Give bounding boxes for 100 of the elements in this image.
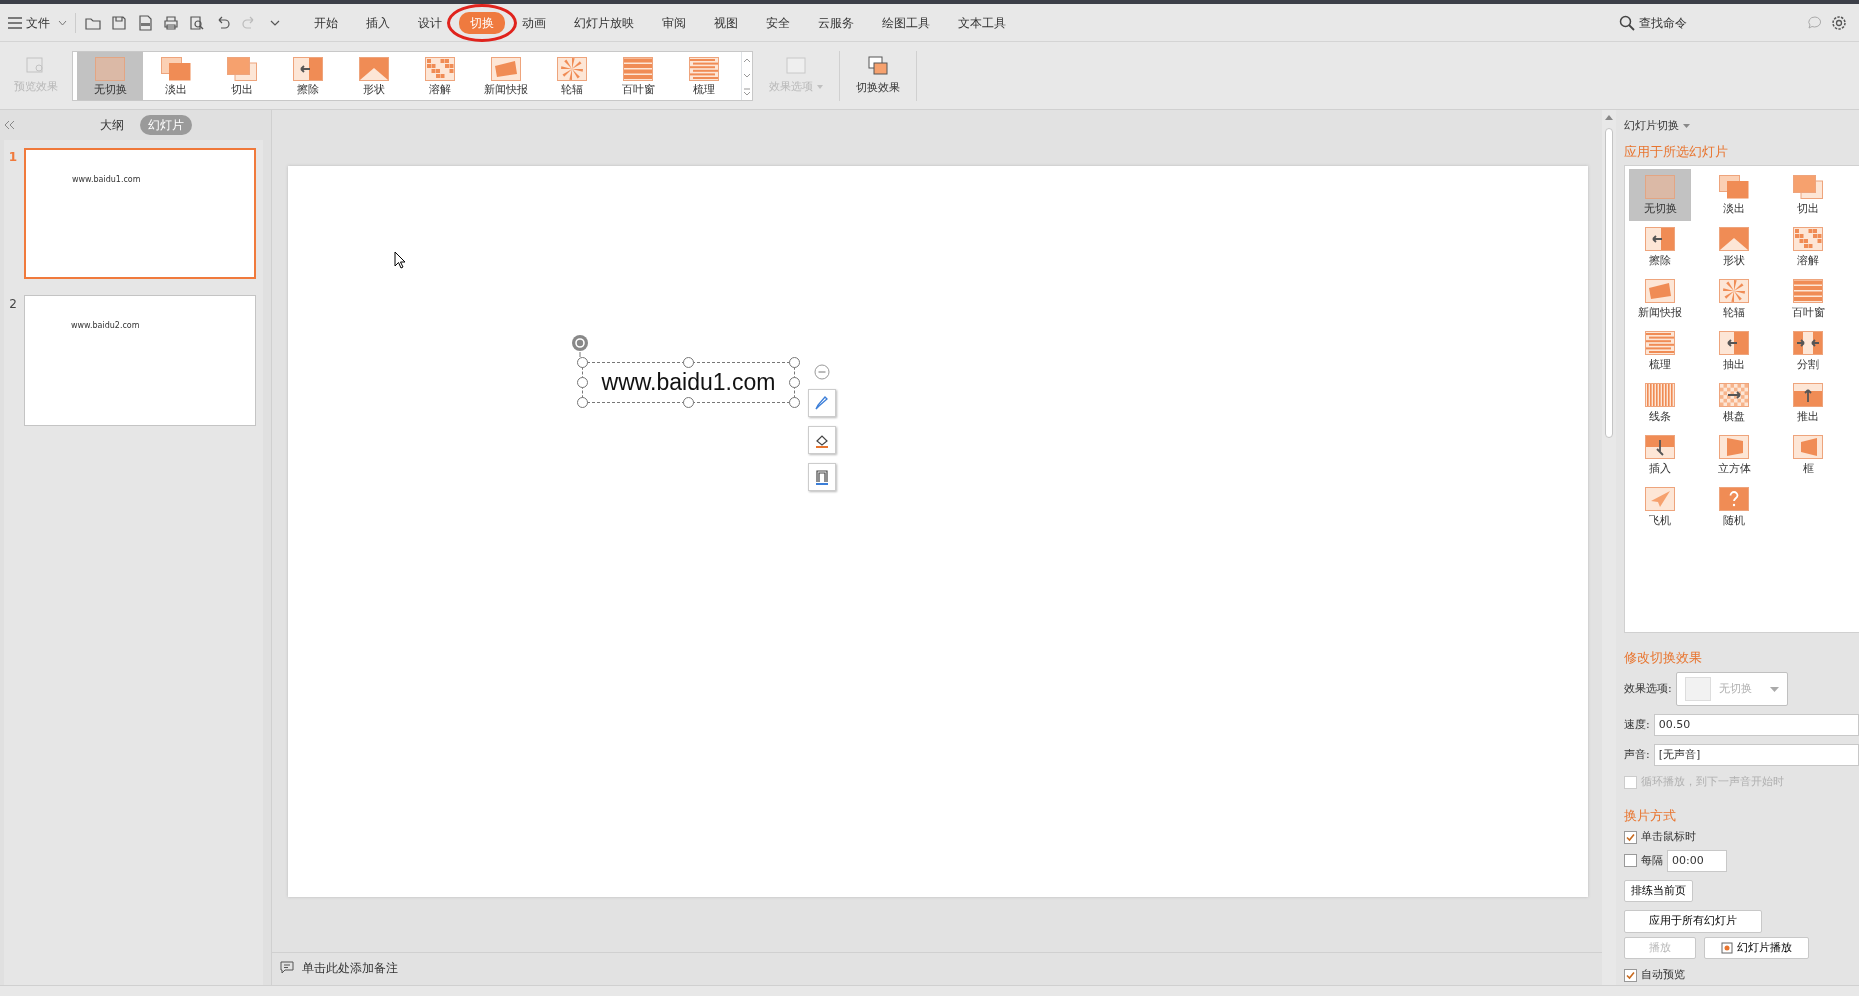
transition-option[interactable]: 梳理 — [671, 51, 737, 100]
fill-tool-button[interactable] — [808, 426, 836, 454]
resize-handle[interactable] — [577, 377, 588, 388]
transition-option[interactable]: 新闻快报 — [473, 51, 539, 100]
transition-icon — [227, 56, 257, 81]
transition-option[interactable]: 立方体 — [1703, 429, 1765, 482]
transition-option[interactable]: 淡出 — [1703, 169, 1765, 222]
transition-option[interactable]: 棋盘 — [1703, 377, 1765, 430]
field-label: 速度: — [1624, 716, 1650, 733]
transition-option[interactable]: 轮辐 — [1703, 273, 1765, 326]
speed-field[interactable]: 00.50 — [1653, 714, 1859, 736]
transition-effect-button[interactable]: 切换效果 — [848, 54, 908, 97]
scrollbar-thumb[interactable] — [1605, 128, 1613, 438]
file-menu[interactable]: 文件 — [26, 13, 50, 32]
transition-option[interactable]: 无切换 — [1629, 169, 1691, 222]
caret-icon[interactable] — [1683, 124, 1690, 129]
resize-handle[interactable] — [789, 377, 800, 388]
resize-handle[interactable] — [577, 357, 588, 368]
settings-icon[interactable] — [1831, 14, 1847, 31]
transition-option[interactable]: 抽出 — [1703, 325, 1765, 378]
menu-tab[interactable]: 动画 — [511, 11, 557, 34]
transition-option[interactable]: 溶解 — [407, 51, 473, 100]
transition-icon — [1719, 279, 1749, 304]
pdf-icon[interactable] — [136, 13, 154, 32]
transition-icon — [1645, 487, 1675, 512]
outline-tool-button[interactable] — [808, 463, 836, 491]
transition-option[interactable]: 切出 — [1777, 169, 1839, 222]
transition-icon — [1719, 227, 1749, 252]
collapse-icon[interactable] — [4, 120, 16, 130]
transition-option[interactable]: 线条 — [1629, 377, 1691, 430]
transition-option[interactable]: 框 — [1777, 429, 1839, 482]
print-preview-icon[interactable] — [188, 13, 206, 32]
panel-tab[interactable]: 大纲 — [92, 115, 132, 135]
notes-placeholder[interactable]: 单击此处添加备注 — [302, 958, 398, 977]
resize-handle[interactable] — [789, 357, 800, 368]
transition-option[interactable]: 插入 — [1629, 429, 1691, 482]
menu-tab[interactable]: 插入 — [355, 11, 401, 34]
menu-tab[interactable]: 云服务 — [807, 11, 865, 34]
transition-icon — [1719, 435, 1749, 460]
pane-title[interactable]: 幻灯片切换 — [1624, 118, 1679, 135]
menu-icon[interactable] — [8, 16, 22, 29]
transition-option[interactable]: 切出 — [209, 51, 275, 100]
rehearse-button[interactable]: 排练当前页 — [1624, 879, 1693, 903]
save-icon[interactable] — [110, 13, 128, 32]
transition-option[interactable]: 擦除 — [275, 51, 341, 100]
transition-icon — [1645, 383, 1675, 408]
search-icon[interactable] — [1619, 14, 1635, 31]
mouse-cursor — [394, 251, 406, 269]
transition-icon — [1719, 383, 1749, 408]
menu-tab[interactable]: 安全 — [755, 11, 801, 34]
sound-dropdown[interactable]: [无声音] — [1653, 744, 1859, 766]
interval-field[interactable]: 00:00 — [1667, 849, 1727, 872]
transition-option[interactable]: 淡出 — [143, 51, 209, 100]
resize-handle[interactable] — [683, 397, 694, 408]
transition-icon — [359, 56, 389, 81]
print-icon[interactable] — [162, 13, 180, 32]
scroll-up-icon[interactable] — [1605, 114, 1613, 120]
transition-option[interactable]: 推出 — [1777, 377, 1839, 430]
slideshow-button[interactable]: 幻灯片播放 — [1704, 936, 1809, 960]
minus-icon[interactable] — [814, 364, 830, 380]
menu-tab[interactable]: 审阅 — [651, 11, 697, 34]
transition-option[interactable]: 溶解 — [1777, 221, 1839, 274]
menu-tab[interactable]: 幻灯片放映 — [563, 11, 645, 34]
brush-tool-button[interactable] — [808, 389, 836, 417]
slide-number: 2 — [8, 296, 18, 313]
transition-option[interactable]: 百叶窗 — [605, 51, 671, 100]
slide-thumbnail[interactable]: www.baidu2.com — [24, 295, 256, 426]
menu-tab[interactable]: 开始 — [303, 11, 349, 34]
transition-option[interactable]: 新闻快报 — [1629, 273, 1691, 326]
transition-option[interactable]: 擦除 — [1629, 221, 1691, 274]
checkbox[interactable] — [1624, 969, 1637, 982]
resize-handle[interactable] — [577, 397, 588, 408]
transition-option[interactable]: 随机 — [1703, 481, 1765, 534]
transition-option[interactable]: 形状 — [1703, 221, 1765, 274]
transition-option[interactable]: 无切换 — [77, 51, 143, 100]
checkbox[interactable] — [1624, 854, 1637, 868]
transition-icon — [1793, 383, 1823, 408]
slide-thumbnail[interactable]: www.baidu1.com — [24, 148, 256, 279]
menu-tab[interactable]: 设计 — [407, 11, 453, 34]
search-command[interactable]: 查找命令 — [1639, 13, 1687, 32]
transition-option[interactable]: 形状 — [341, 51, 407, 100]
menu-tab[interactable]: 文本工具 — [947, 11, 1017, 34]
transition-icon — [491, 56, 521, 81]
slide-canvas[interactable]: www.baidu1.com — [288, 166, 1588, 897]
menu-tab[interactable]: 视图 — [703, 11, 749, 34]
transition-option[interactable]: 梳理 — [1629, 325, 1691, 378]
chevron-down-icon[interactable] — [58, 19, 67, 26]
transition-icon — [161, 56, 191, 81]
checkbox[interactable] — [1624, 831, 1637, 844]
rotate-handle[interactable] — [570, 334, 590, 357]
resize-handle[interactable] — [683, 357, 694, 368]
transition-option[interactable]: 轮辐 — [539, 51, 605, 100]
field-label: 声音: — [1624, 746, 1650, 763]
transition-icon — [1645, 227, 1675, 252]
menu-tab[interactable]: 绘图工具 — [871, 11, 941, 34]
transition-option[interactable]: 分割 — [1777, 325, 1839, 378]
resize-handle[interactable] — [789, 397, 800, 408]
transition-option[interactable]: 飞机 — [1629, 481, 1691, 534]
transition-option[interactable]: 百叶窗 — [1777, 273, 1839, 326]
apply-all-button[interactable]: 应用于所有幻灯片 — [1624, 910, 1762, 933]
